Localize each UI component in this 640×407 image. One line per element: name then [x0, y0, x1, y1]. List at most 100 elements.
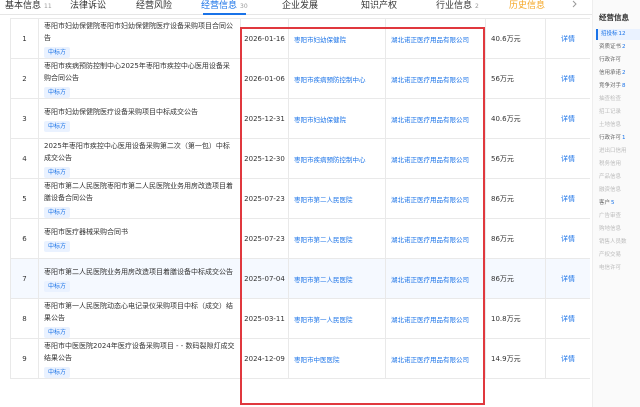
row-date: 2025-07-04 [240, 258, 289, 299]
right-nav-item[interactable]: 产权交易 [596, 250, 640, 261]
right-nav-item[interactable]: 资质证书2 [596, 42, 640, 53]
row-buyer-link[interactable]: 枣阳市中医医院 [288, 338, 386, 379]
row-supplier-link[interactable]: 湖北诺正医疗用品有限公司 [385, 218, 486, 259]
right-nav-item[interactable]: 电信许可 [596, 263, 640, 274]
row-index: 5 [10, 178, 39, 219]
tab-development[interactable]: 企业发展 [282, 0, 318, 14]
right-nav-item[interactable]: 行政许可 [596, 55, 640, 66]
tab-basic-info[interactable]: 基本信息 11 [5, 0, 52, 14]
row-title[interactable]: 枣阳市疾病预防控制中心2025年枣阳市疾控中心医用设备采购合同公告 [44, 60, 235, 84]
row-date: 2025-07-23 [240, 218, 289, 259]
table-row[interactable]: 7 枣阳市第二人民医院业务用房改造项目着膳设备中标成交公告 中标方 2025-07-0… [10, 258, 590, 299]
tab-count: 30 [240, 3, 248, 10]
right-nav-item[interactable]: 进出口信用 [596, 146, 640, 157]
right-nav-item[interactable]: 招工记录 [596, 107, 640, 118]
table-row[interactable]: 1 枣阳市妇幼保健院枣阳市妇幼保健院医疗设备采购项目合同公告 中标方 2026-01-… [10, 18, 590, 59]
row-buyer-link[interactable]: 枣阳市疾病预防控制中心 [288, 138, 386, 179]
right-nav-item-label: 土地信息 [599, 122, 622, 128]
row-buyer-link[interactable]: 枣阳市第一人民医院 [288, 298, 386, 339]
row-buyer-link[interactable]: 枣阳市疾病预防控制中心 [288, 58, 386, 99]
row-date: 2026-01-16 [240, 18, 289, 59]
row-supplier-link[interactable]: 湖北诺正医疗用品有限公司 [385, 258, 486, 299]
row-title-cell: 枣阳市妇幼保健院枣阳市妇幼保健院医疗设备采购项目合同公告 中标方 [38, 18, 241, 59]
right-nav-item-label: 广告审查 [599, 213, 622, 219]
tab-business-info[interactable]: 经营信息 30 [201, 0, 248, 15]
right-nav-item-label: 产权交易 [599, 252, 622, 258]
winner-tag: 中标方 [44, 206, 71, 218]
row-detail-link[interactable]: 详情 [545, 138, 590, 179]
row-title[interactable]: 枣阳市医疗器械采购合同书 [44, 226, 235, 238]
table-row[interactable]: 4 2025年枣阳市疾控中心医用设备采购第二次（第一包）中标成交公告 中标方 2025… [10, 138, 590, 179]
row-supplier-link[interactable]: 湖北诺正医疗用品有限公司 [385, 298, 486, 339]
row-title[interactable]: 枣阳市中医医院2024年医疗设备采购项目 - - 数码裂隙灯成交结果公告 [44, 340, 235, 364]
row-buyer-link[interactable]: 枣阳市第二人民医院 [288, 218, 386, 259]
tab-ip[interactable]: 知识产权 [361, 0, 397, 14]
winner-tag: 中标方 [44, 86, 71, 98]
row-title[interactable]: 枣阳市妇幼保健院枣阳市妇幼保健院医疗设备采购项目合同公告 [44, 20, 235, 44]
row-title[interactable]: 枣阳市第二人民医院枣阳市第二人民医院业务用房改造项目着膳设备合同公告 [44, 180, 235, 204]
chevron-right-icon[interactable] [568, 0, 580, 12]
row-supplier-link[interactable]: 湖北诺正医疗用品有限公司 [385, 138, 486, 179]
right-nav-item[interactable]: 信用承诺2 [596, 68, 640, 79]
row-title-cell: 枣阳市妇幼保健院医疗设备采购项目中标成交公告 中标方 [38, 98, 241, 139]
row-date: 2025-07-23 [240, 178, 289, 219]
row-title[interactable]: 枣阳市妇幼保健院医疗设备采购项目中标成交公告 [44, 106, 235, 118]
tab-label: 企业发展 [282, 1, 319, 11]
table-row[interactable]: 8 枣阳市第一人民医院动态心电记录仪采购项目中标（成交）结果公告 中标方 2025-0… [10, 298, 590, 339]
right-nav-item[interactable]: 产品信息 [596, 172, 640, 183]
tab-history-info[interactable]: 历史信息 [509, 0, 545, 14]
row-buyer-link[interactable]: 枣阳市第二人民医院 [288, 178, 386, 219]
right-nav-item[interactable]: 客户5 [596, 198, 640, 209]
right-nav-item[interactable]: 竞争对手8 [596, 81, 640, 92]
row-detail-link[interactable]: 详情 [545, 98, 590, 139]
right-nav-item[interactable]: 土地信息 [596, 120, 640, 131]
row-detail-link[interactable]: 详情 [545, 18, 590, 59]
row-title[interactable]: 枣阳市第二人民医院业务用房改造项目着膳设备中标成交公告 [44, 266, 235, 278]
right-nav-item-count: 2 [622, 44, 626, 50]
row-buyer-link[interactable]: 枣阳市妇幼保健院 [288, 98, 386, 139]
bidding-table: 1 枣阳市妇幼保健院枣阳市妇幼保健院医疗设备采购项目合同公告 中标方 2026-01-… [10, 18, 590, 407]
row-amount: 40.6万元 [485, 98, 546, 139]
row-buyer-link[interactable]: 枣阳市第二人民医院 [288, 258, 386, 299]
right-nav-item[interactable]: 行政许可1 [596, 133, 640, 144]
row-supplier-link[interactable]: 湖北诺正医疗用品有限公司 [385, 178, 486, 219]
row-buyer-link[interactable]: 枣阳市妇幼保健院 [288, 18, 386, 59]
row-detail-link[interactable]: 详情 [545, 298, 590, 339]
row-index: 8 [10, 298, 39, 339]
right-nav-item-count: 2 [622, 70, 626, 76]
row-detail-link[interactable]: 详情 [545, 178, 590, 219]
table-row[interactable]: 2 枣阳市疾病预防控制中心2025年枣阳市疾控中心医用设备采购合同公告 中标方 202… [10, 58, 590, 99]
right-nav-item[interactable]: 招投标12 [596, 29, 640, 40]
row-title-cell: 枣阳市医疗器械采购合同书 中标方 [38, 218, 241, 259]
row-supplier-link[interactable]: 湖北诺正医疗用品有限公司 [385, 98, 486, 139]
table-row[interactable]: 6 枣阳市医疗器械采购合同书 中标方 2025-07-23 枣阳市第二人民医院 湖北诺正医… [10, 218, 590, 259]
right-nav-item[interactable]: 销售人员数 [596, 237, 640, 248]
table-row[interactable]: 3 枣阳市妇幼保健院医疗设备采购项目中标成交公告 中标方 2025-12-31 枣阳市妇… [10, 98, 590, 139]
tab-industry-info[interactable]: 行业信息 2 [436, 0, 479, 14]
tab-label: 经营信息 [201, 1, 238, 11]
tab-label: 历史信息 [509, 1, 546, 11]
row-detail-link[interactable]: 详情 [545, 338, 590, 379]
table-row[interactable]: 5 枣阳市第二人民医院枣阳市第二人民医院业务用房改造项目着膳设备合同公告中标方 20… [10, 178, 590, 219]
right-nav-item-label: 招工记录 [599, 109, 622, 115]
row-detail-link[interactable]: 详情 [545, 258, 590, 299]
row-date: 2025-03-11 [240, 298, 289, 339]
tab-business-risk[interactable]: 经营风险 [136, 0, 172, 14]
row-title[interactable]: 2025年枣阳市疾控中心医用设备采购第二次（第一包）中标成交公告 [44, 140, 235, 164]
row-supplier-link[interactable]: 湖北诺正医疗用品有限公司 [385, 338, 486, 379]
row-title[interactable]: 枣阳市第一人民医院动态心电记录仪采购项目中标（成交）结果公告 [44, 300, 235, 324]
table-row[interactable]: 9 枣阳市中医医院2024年医疗设备采购项目 - - 数码裂隙灯成交结果公告 中标方… [10, 338, 590, 379]
row-title-cell: 枣阳市疾病预防控制中心2025年枣阳市疾控中心医用设备采购合同公告中标方 [38, 58, 241, 99]
right-nav-item[interactable]: 融资信息 [596, 185, 640, 196]
row-detail-link[interactable]: 详情 [545, 218, 590, 259]
row-detail-link[interactable]: 详情 [545, 58, 590, 99]
row-supplier-link[interactable]: 湖北诺正医疗用品有限公司 [385, 18, 486, 59]
tab-legal[interactable]: 法律诉讼 [70, 0, 106, 14]
row-supplier-link[interactable]: 湖北诺正医疗用品有限公司 [385, 58, 486, 99]
right-nav-item-label: 资质证书 [599, 44, 622, 50]
winner-tag: 中标方 [44, 166, 71, 178]
right-nav-item[interactable]: 广告审查 [596, 211, 640, 222]
right-nav-item[interactable]: 抽查检查 [596, 94, 640, 105]
right-nav-item[interactable]: 购地信息 [596, 224, 640, 235]
right-nav-item[interactable]: 税务信用 [596, 159, 640, 170]
